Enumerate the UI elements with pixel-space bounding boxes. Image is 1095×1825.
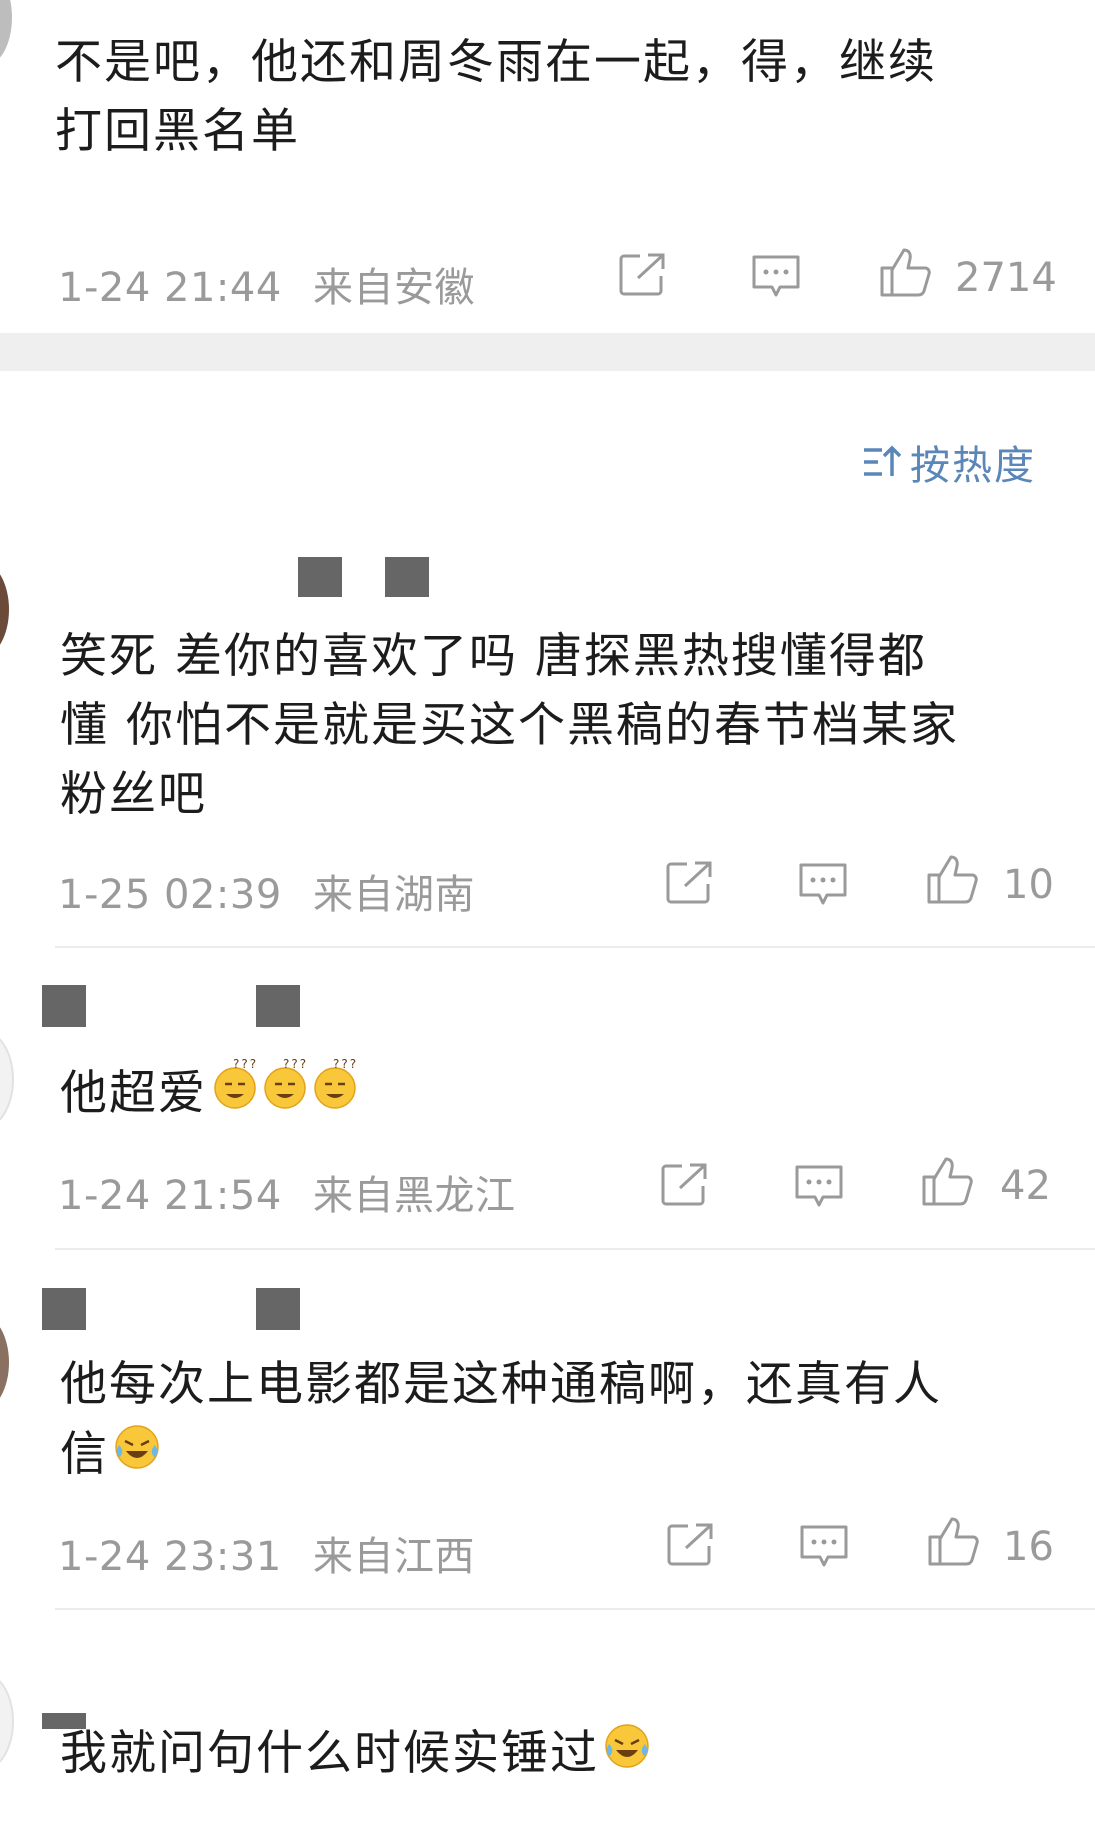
location: 来自安徽 — [313, 265, 475, 311]
comment-divider — [55, 1248, 1095, 1250]
comment-line: 粉丝吧 — [60, 767, 207, 822]
comment-meta: 1-24 21:54 来自黑龙江 — [58, 1163, 516, 1221]
comment-line: 笑死 差你的喜欢了吗 唐探黑热搜懂得都 — [60, 629, 927, 684]
sort-toggle[interactable]: 按热度 — [862, 438, 1036, 489]
share-icon[interactable] — [618, 252, 668, 298]
comment-text: 他超爱 ??? ??? ??? — [60, 1056, 1060, 1131]
thumbs-up-icon[interactable] — [878, 246, 932, 298]
comment-line: 他每次上电影都是这种通稿啊，还真有人 — [60, 1357, 942, 1412]
timestamp: 1-25 02:39 — [58, 872, 282, 918]
avatar[interactable] — [0, 1030, 14, 1129]
username-redacted — [256, 985, 300, 1027]
section-separator — [0, 333, 1095, 371]
like-count: 10 — [1003, 862, 1054, 908]
comment-text: 不是吧，他还和周冬雨在一起，得，继续 打回黑名单 — [55, 28, 1055, 166]
laugh-cry-emoji-icon — [601, 1718, 653, 1789]
dizzy-face-emoji-icon: ??? ??? ??? — [211, 1056, 361, 1131]
comment-meta: 1-24 21:44 来自安徽 — [58, 255, 475, 313]
like-count: 16 — [1003, 1524, 1054, 1570]
avatar[interactable] — [0, 562, 9, 657]
comment-line: 打回黑名单 — [55, 104, 300, 159]
sort-label: 按热度 — [910, 443, 1036, 489]
username-redacted — [42, 1288, 86, 1330]
comment-meta: 1-25 02:39 来自湖南 — [58, 862, 475, 920]
like-count: 2714 — [955, 255, 1057, 301]
comment-text: 我就问句什么时候实锤过 — [60, 1718, 1060, 1789]
comment-line: 我就问句什么时候实锤过 — [60, 1726, 599, 1781]
comment-line: 懂 你怕不是就是买这个黑稿的春节档某家 — [60, 698, 959, 753]
comment-line: 不是吧，他还和周冬雨在一起，得，继续 — [55, 35, 937, 90]
avatar[interactable] — [0, 1315, 9, 1410]
comment-icon[interactable] — [797, 861, 849, 907]
comment-line: 信 — [60, 1427, 109, 1482]
avatar[interactable] — [0, 1672, 14, 1771]
thumbs-up-icon[interactable] — [926, 1515, 980, 1567]
like-count: 42 — [1000, 1163, 1051, 1209]
comment-icon[interactable] — [750, 253, 802, 299]
comment-text: 笑死 差你的喜欢了吗 唐探黑热搜懂得都 懂 你怕不是就是买这个黑稿的春节档某家 … — [60, 622, 1080, 829]
thumbs-up-icon[interactable] — [925, 853, 979, 905]
comment-line: 他超爱 — [60, 1066, 207, 1121]
share-icon[interactable] — [665, 860, 715, 906]
comment-text: 他每次上电影都是这种通稿啊，还真有人 信 — [60, 1350, 1080, 1490]
location: 来自湖南 — [313, 872, 475, 918]
svg-text:???: ??? — [283, 1057, 308, 1071]
timestamp: 1-24 21:54 — [58, 1173, 282, 1219]
timestamp: 1-24 21:44 — [58, 265, 282, 311]
username-redacted — [298, 557, 342, 597]
location: 来自黑龙江 — [313, 1173, 516, 1219]
comment-icon[interactable] — [793, 1163, 845, 1209]
sort-icon — [862, 444, 902, 480]
username-redacted — [256, 1288, 300, 1330]
comment-meta: 1-24 23:31 来自江西 — [58, 1524, 475, 1582]
comment-divider — [55, 946, 1095, 948]
laugh-cry-emoji-icon — [111, 1419, 163, 1490]
thumbs-up-icon[interactable] — [920, 1155, 974, 1207]
share-icon[interactable] — [660, 1162, 710, 1208]
username-redacted — [42, 985, 86, 1027]
svg-text:???: ??? — [233, 1057, 258, 1071]
location: 来自江西 — [313, 1534, 475, 1580]
avatar[interactable] — [0, 0, 12, 65]
comment-icon[interactable] — [798, 1523, 850, 1569]
username-redacted — [385, 557, 429, 597]
share-icon[interactable] — [666, 1522, 716, 1568]
comment-divider — [55, 1608, 1095, 1610]
svg-text:???: ??? — [333, 1057, 358, 1071]
timestamp: 1-24 23:31 — [58, 1534, 282, 1580]
